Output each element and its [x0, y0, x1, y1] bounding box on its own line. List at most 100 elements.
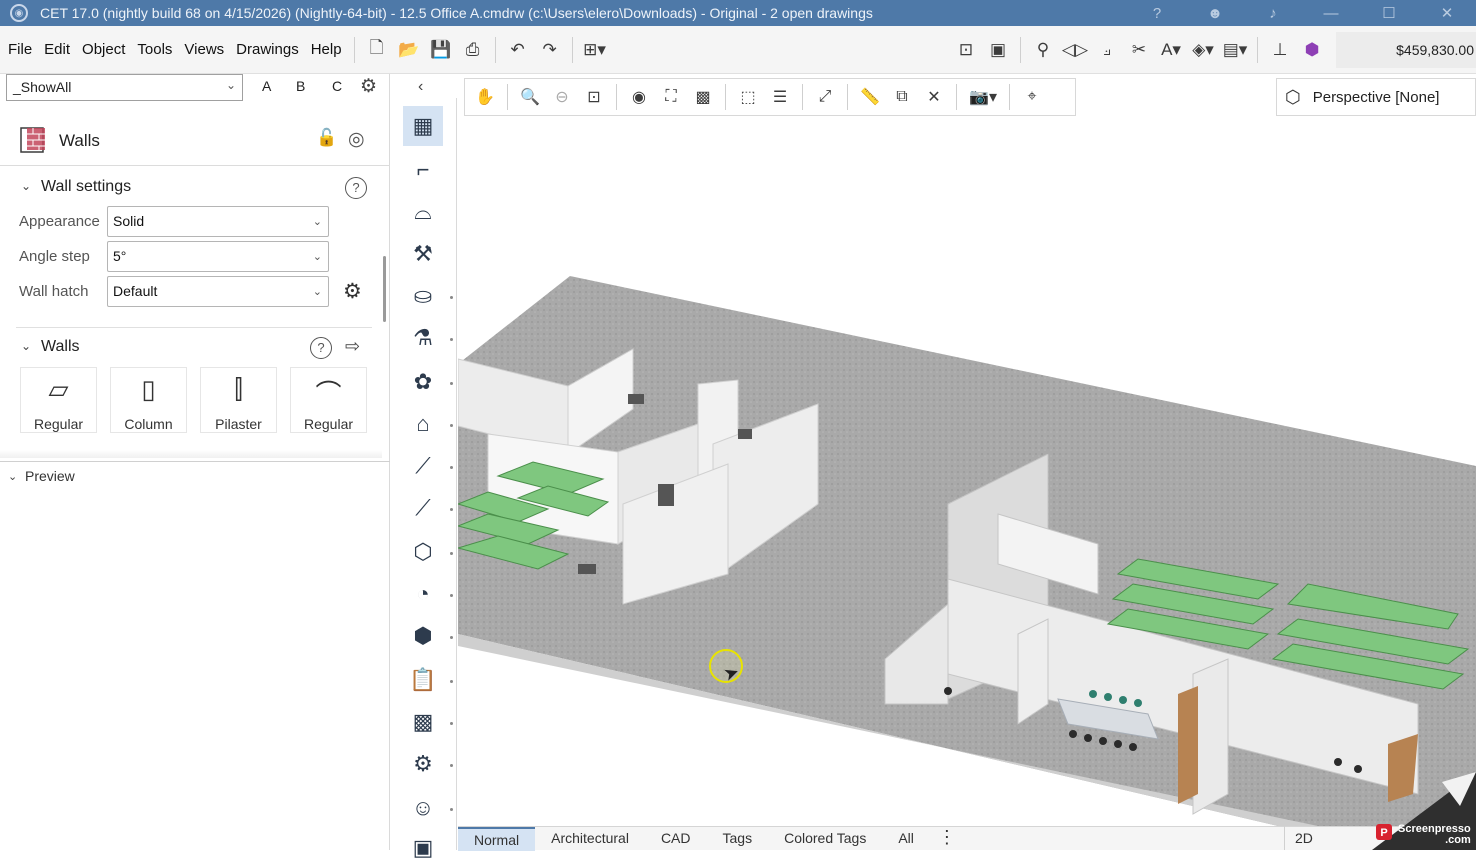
report-icon[interactable]: ▤▾ — [1219, 34, 1251, 66]
select-list-icon[interactable]: ☰ — [764, 81, 796, 113]
mirror-icon[interactable]: ◁▷ — [1059, 34, 1091, 66]
text-style-icon[interactable]: A▾ — [1155, 34, 1187, 66]
gauge-icon[interactable]: ◔ — [403, 574, 443, 614]
tab-architectural[interactable]: Architectural — [535, 827, 645, 851]
menu-drawings[interactable]: Drawings — [230, 41, 305, 58]
target-icon[interactable]: ⌖ — [1016, 81, 1048, 113]
more-tabs-icon[interactable]: ⋮ — [930, 827, 964, 851]
appearance-select[interactable]: Solid ⌄ — [107, 206, 329, 237]
wall-settings-label: Wall settings — [41, 178, 132, 195]
plant-icon[interactable]: ✿ — [403, 362, 443, 402]
settings-cog-icon[interactable]: ⚙ — [403, 744, 443, 784]
layout-icon[interactable]: ⊞▾ — [579, 34, 611, 66]
save-icon[interactable]: 💾 — [425, 34, 457, 66]
preview-section[interactable]: ⌄ Preview — [0, 461, 390, 491]
tab-tags[interactable]: Tags — [707, 827, 769, 851]
3d-viewport[interactable]: ✋ 🔍 ⊖ ⊡ ◉ ⛶ ▩ ⬚ ☰ ⤢ 📏 ⧉ ✕ 📷▾ ⌖ ⬡ Perspec… — [458, 74, 1476, 826]
menu-edit[interactable]: Edit — [38, 41, 76, 58]
graph-tool-icon[interactable]: ⚲ — [1027, 34, 1059, 66]
measure-icon[interactable]: 📏 — [854, 81, 886, 113]
view-2d-toggle[interactable]: 2D — [1284, 826, 1330, 850]
glasses-tool-icon[interactable]: ⌓ — [403, 192, 443, 232]
box-view-icon[interactable]: ▩ — [687, 81, 719, 113]
menu-tools[interactable]: Tools — [131, 41, 178, 58]
print-icon[interactable]: ⎙ — [457, 34, 489, 66]
panel-scrollbar[interactable] — [383, 256, 386, 322]
wall-hatch-select[interactable]: Default ⌄ — [107, 276, 329, 307]
floor-plan-tool-icon[interactable]: ⌐ — [403, 150, 443, 190]
hatch-settings-icon[interactable]: ⚙ — [343, 279, 362, 304]
tab-normal[interactable]: Normal — [458, 826, 536, 851]
box-icon[interactable]: ▣ — [403, 828, 443, 868]
hierarchy-icon[interactable]: ⊥ — [1264, 34, 1296, 66]
camera-icon[interactable]: 📷▾ — [963, 81, 1003, 113]
lifebuoy-icon[interactable]: ◎ — [348, 128, 365, 151]
more-dot — [450, 636, 453, 639]
copy-paste-icon[interactable]: ⧉ — [886, 81, 918, 113]
filter-letter-b[interactable]: B — [296, 78, 305, 94]
zoom-icon[interactable]: 🔍 — [514, 81, 546, 113]
tab-all[interactable]: All — [882, 827, 930, 851]
undo-icon[interactable]: ↶ — [502, 34, 534, 66]
connect-icon[interactable]: ⟓ — [1091, 34, 1123, 66]
ramp-icon[interactable]: ⟋ — [403, 488, 443, 528]
perspective-dropdown[interactable]: ⬡ Perspective [None] — [1276, 78, 1476, 116]
help-icon[interactable]: ? — [310, 337, 332, 359]
walls-section-header[interactable]: ⌄ Walls ? ⇨ — [0, 334, 372, 362]
book-icon[interactable]: ▣ — [982, 34, 1014, 66]
collapse-panel-icon[interactable]: ‹ — [418, 78, 423, 96]
appearance-label: Appearance — [19, 213, 100, 230]
pan-hand-icon[interactable]: ✋ — [469, 81, 501, 113]
bath-icon[interactable]: ⛀ — [403, 276, 443, 316]
monitor-chart-icon[interactable]: ▩ — [403, 702, 443, 742]
tools-icon[interactable]: ⚒ — [403, 234, 443, 274]
stretch-icon[interactable]: ⤢ — [809, 81, 841, 113]
zoom-out-icon[interactable]: ⊖ — [546, 81, 578, 113]
user-icon[interactable]: ☻ — [1186, 5, 1244, 22]
wall-tile-regular[interactable]: ▱ Regular — [20, 367, 97, 433]
kitchen-utensils-icon[interactable]: ⚗ — [403, 318, 443, 358]
gear-icon[interactable]: ⚙ — [360, 75, 377, 98]
wall-tile-pilaster[interactable]: ⫿ Pilaster — [200, 367, 277, 433]
walls-tool-icon[interactable]: ▦ — [403, 106, 443, 146]
tab-cad[interactable]: CAD — [645, 827, 707, 851]
delete-icon[interactable]: ✕ — [918, 81, 950, 113]
stairs-icon[interactable]: ⟋ — [403, 446, 443, 486]
explode-icon[interactable]: ✂ — [1123, 34, 1155, 66]
open-folder-icon[interactable]: 📂 — [393, 34, 425, 66]
wall-tile-regular-curved[interactable]: ⌒ Regular — [290, 367, 367, 433]
person-icon[interactable]: ☺ — [403, 788, 443, 828]
menu-object[interactable]: Object — [76, 41, 131, 58]
clipboard-icon[interactable]: 📋 — [403, 660, 443, 700]
menu-help[interactable]: Help — [305, 41, 348, 58]
package-icon[interactable]: ⬢ — [403, 616, 443, 656]
close-button[interactable]: ✕ — [1418, 4, 1476, 22]
select-area-icon[interactable]: ⬚ — [732, 81, 764, 113]
zoom-extents-icon[interactable]: ⊡ — [578, 81, 610, 113]
minimize-button[interactable]: — — [1302, 5, 1360, 22]
tab-colored-tags[interactable]: Colored Tags — [768, 827, 882, 851]
redo-icon[interactable]: ↷ — [534, 34, 566, 66]
new-file-icon[interactable]: 🗋 — [361, 34, 393, 66]
structure-icon[interactable]: ⬡ — [403, 532, 443, 572]
fit-selection-icon[interactable]: ⛶ — [655, 81, 687, 113]
orbit-icon[interactable]: ◉ — [623, 81, 655, 113]
filter-letter-a[interactable]: A — [262, 78, 271, 94]
filter-select[interactable]: _ShowAll ⌄ — [6, 74, 243, 101]
filter-letter-c[interactable]: C — [332, 78, 342, 94]
lock-icon[interactable]: 🔓 — [316, 128, 337, 148]
maximize-button[interactable]: ☐ — [1360, 4, 1418, 22]
help-icon[interactable]: ? — [1128, 5, 1186, 22]
export-icon[interactable]: ⇨ — [345, 336, 360, 357]
screenshot-icon[interactable]: ⊡ — [950, 34, 982, 66]
tag-icon[interactable]: ◈▾ — [1187, 34, 1219, 66]
wall-tile-column[interactable]: ▯ Column — [110, 367, 187, 433]
wall-settings-header[interactable]: ⌄ Wall settings ? — [0, 174, 372, 202]
menu-views[interactable]: Views — [178, 41, 230, 58]
notification-icon[interactable]: ♪ — [1244, 5, 1302, 22]
home-icon[interactable]: ⌂ — [403, 404, 443, 444]
angle-step-select[interactable]: 5° ⌄ — [107, 241, 329, 272]
menu-file[interactable]: File — [0, 41, 38, 58]
extension-icon[interactable]: ⬢ — [1296, 34, 1328, 66]
help-icon[interactable]: ? — [345, 177, 367, 199]
